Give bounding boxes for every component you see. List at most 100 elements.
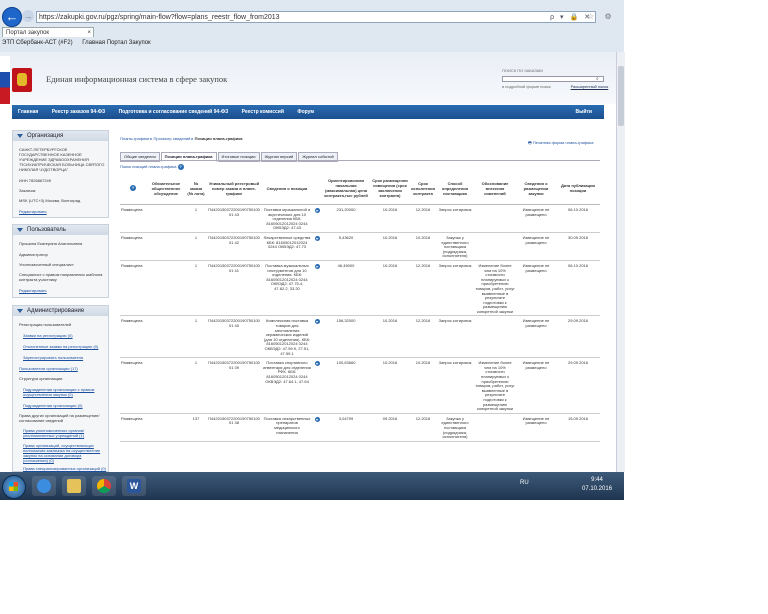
plan-positions-table: ? Обязательное общественное обсуждение №… <box>120 172 600 472</box>
link-registration-requests[interactable]: Заявки на регистрацию (0) <box>23 333 111 338</box>
cell-reg-num: П442015037220019075010001 42 <box>206 232 262 261</box>
nav-item-prepare[interactable]: Подготовка и согласование сведений 94-ФЗ <box>113 105 235 119</box>
link-authorized-bodies[interactable]: Права уполномоченных органов/ уполномоче… <box>23 428 107 438</box>
table-row[interactable]: Размещена 1 П442015037220019075010001 43 По… <box>120 204 600 233</box>
cell-reason <box>474 232 516 261</box>
taskbar-chrome[interactable] <box>92 476 116 496</box>
row-menu-icon[interactable]: ▾ <box>314 416 320 422</box>
forward-arrow-icon[interactable]: → <box>22 10 34 22</box>
tab-portal[interactable]: Портал закупок × <box>2 27 94 37</box>
print-form-label: Печатная форма плана-графика <box>532 140 594 145</box>
cell-placement: Извещение не размещено <box>516 260 556 317</box>
table-row[interactable]: Размещена 1 П442015037220019075010001 42 Ле… <box>120 232 600 261</box>
row-menu-icon[interactable]: ▾ <box>314 208 320 213</box>
cell-deadline: 10.2016 <box>370 315 410 359</box>
search-icon[interactable]: ⌕ <box>596 76 599 82</box>
start-button-icon[interactable] <box>2 475 26 499</box>
table-row[interactable]: Размещена 1 П442015037220019075010001 41 По… <box>120 260 600 317</box>
clock-time: 9:44 <box>591 477 603 483</box>
link-purchase-divisions[interactable]: Подразделения организации с правом осуще… <box>23 387 107 397</box>
cell-method: Закупка у единственного поставщика (подр… <box>436 413 474 442</box>
search-input[interactable] <box>502 76 604 82</box>
cell-placement: Извещение не размещено <box>516 357 556 414</box>
favorites-bar: ЭТП Сбербанк-АСТ (#F2) Главная Портал За… <box>2 40 159 46</box>
taskbar-explorer[interactable] <box>62 476 86 496</box>
print-form-link[interactable]: 🖶 Печатная форма плана-графика <box>528 140 593 147</box>
folder-icon <box>67 479 81 493</box>
browser-tool-icons[interactable]: ⌂ ☆ ⚙ <box>572 12 616 21</box>
row-menu-icon[interactable]: ▾ <box>314 361 320 367</box>
org-edit-link[interactable]: Редактировать <box>19 209 107 214</box>
tab-divider <box>120 160 600 161</box>
page-scrollbar[interactable] <box>616 52 625 472</box>
cell-reason: Изменение более чем на 10% стоимости пла… <box>474 357 516 414</box>
tab-close-icon[interactable]: × <box>87 28 91 38</box>
clock-date: 07.10.2016 <box>582 486 613 492</box>
link-org-users[interactable]: Пользователи организации (17) <box>19 366 107 371</box>
org-panel-title[interactable]: Организация <box>13 131 108 141</box>
user-name: Прошина Екатерина Анатольевна <box>19 241 83 246</box>
scrollbar-thumb[interactable] <box>618 66 624 126</box>
cell-deadline: 10.2016 <box>370 232 410 261</box>
user-panel-title[interactable]: Пользователь <box>13 225 108 235</box>
nav-item-commissions[interactable]: Реестр комиссий <box>236 105 290 119</box>
cell-info: Поставка лекарственных препаратов медици… <box>262 413 312 442</box>
link-rejected-requests[interactable]: Отклоненные заявки на регистрацию (0) <box>23 344 111 349</box>
cell-discussion <box>146 315 186 359</box>
row-menu-icon[interactable]: ▾ <box>314 319 320 325</box>
cell-discussion <box>146 357 186 414</box>
language-indicator[interactable]: RU <box>520 480 529 486</box>
table-row[interactable]: Размещена 1 П442015037220019075010001 39 По… <box>120 357 600 414</box>
header-help[interactable]: ? <box>120 172 146 205</box>
link-specialized-orgs[interactable]: Права специализированных организаций (0) <box>23 466 107 471</box>
cell-reason <box>474 413 516 442</box>
breadcrumb-current: Позиции плана-графика <box>194 136 243 141</box>
cell-reg-num: П442015037220019075010001 43 <box>206 204 262 233</box>
header-spacer <box>312 172 322 205</box>
breadcrumb-view[interactable]: Просмотр сведений <box>154 136 191 141</box>
header-placement: Сведения о размещении закупки <box>516 172 556 205</box>
cell-reg-num: П442015037220019075010001 38 <box>206 413 262 442</box>
nav-item-home[interactable]: Главная <box>12 105 44 119</box>
admin-panel-title[interactable]: Администрирование <box>13 306 108 316</box>
address-bar[interactable]: https://zakupki.gov.ru/pgz/spring/main-f… <box>36 11 596 23</box>
system-clock[interactable]: 9:44 07.10.2016 <box>582 476 612 494</box>
cell-placement: Извещение не размещено <box>516 232 556 261</box>
taskbar-word[interactable]: W <box>122 476 146 496</box>
cell-exec: 12.2016 <box>410 413 436 442</box>
org-name: САНКТ-ПЕТЕРБУРГСКОЕ ГОСУДАРСТВЕННОЕ КАЗЕ… <box>19 147 105 172</box>
cell-exec: 12.2016 <box>410 260 436 317</box>
cell-status: Размещена <box>120 260 146 317</box>
cell-price: 156,32000 <box>322 315 370 359</box>
favorite-sberbank[interactable]: ЭТП Сбербанк-АСТ (#F2) <box>2 40 73 46</box>
back-arrow-icon[interactable]: ← <box>2 7 22 27</box>
table-row[interactable]: Размещена 137 П442015037220019075010001 38… <box>120 413 600 442</box>
cell-dropdown: ▾ <box>312 413 322 442</box>
org-panel: Организация САНКТ-ПЕТЕРБУРГСКОЕ ГОСУДАРС… <box>12 130 109 218</box>
user-edit-link[interactable]: Редактировать <box>19 288 107 293</box>
help-icon[interactable]: ? <box>177 164 184 170</box>
header-help-icon[interactable]: ? <box>130 185 136 191</box>
header-price: Ориентировочная начальная (максимальная)… <box>322 172 370 205</box>
favorite-zakupki[interactable]: Главная Портал Закупок <box>82 40 150 46</box>
cell-info: Поставка спортивного инвентаря для отдел… <box>262 357 312 414</box>
link-divisions[interactable]: Подразделения организации (0) <box>23 403 111 408</box>
link-contract-orgs[interactable]: Права организаций, осуществляющих полном… <box>23 443 107 463</box>
table-row[interactable]: Размещена 1 П442015037220019075010001 40 Ко… <box>120 315 600 359</box>
header-deadline: Срок размещения извещения (срок заключен… <box>370 172 410 205</box>
logout-button[interactable]: Выйти <box>570 105 598 119</box>
link-register-user[interactable]: Зарегистрировать пользователя <box>23 355 111 360</box>
position-search-link[interactable]: Поиск позиций плана-графика ? <box>120 164 184 170</box>
extended-search-link[interactable]: Расширенный поиск <box>571 84 609 89</box>
taskbar-ie[interactable] <box>32 476 56 496</box>
row-menu-icon[interactable]: ▾ <box>314 235 320 241</box>
nav-item-orders[interactable]: Реестр заказов 94-ФЗ <box>46 105 111 119</box>
breadcrumb-plans[interactable]: Планы-графики <box>120 136 149 141</box>
row-menu-icon[interactable]: ▾ <box>314 263 320 269</box>
header-order-num: № заказа (№ лота) <box>186 172 206 205</box>
search-option-checkbox[interactable]: в подробной форме поиск <box>502 84 551 89</box>
header-reason: Обоснование внесения изменений <box>474 172 516 205</box>
cell-date: 06.10.2016 <box>556 204 600 233</box>
nav-item-forum[interactable]: Форум <box>291 105 320 119</box>
cell-info: Поставка музыкальных инструментов для 10… <box>262 260 312 317</box>
